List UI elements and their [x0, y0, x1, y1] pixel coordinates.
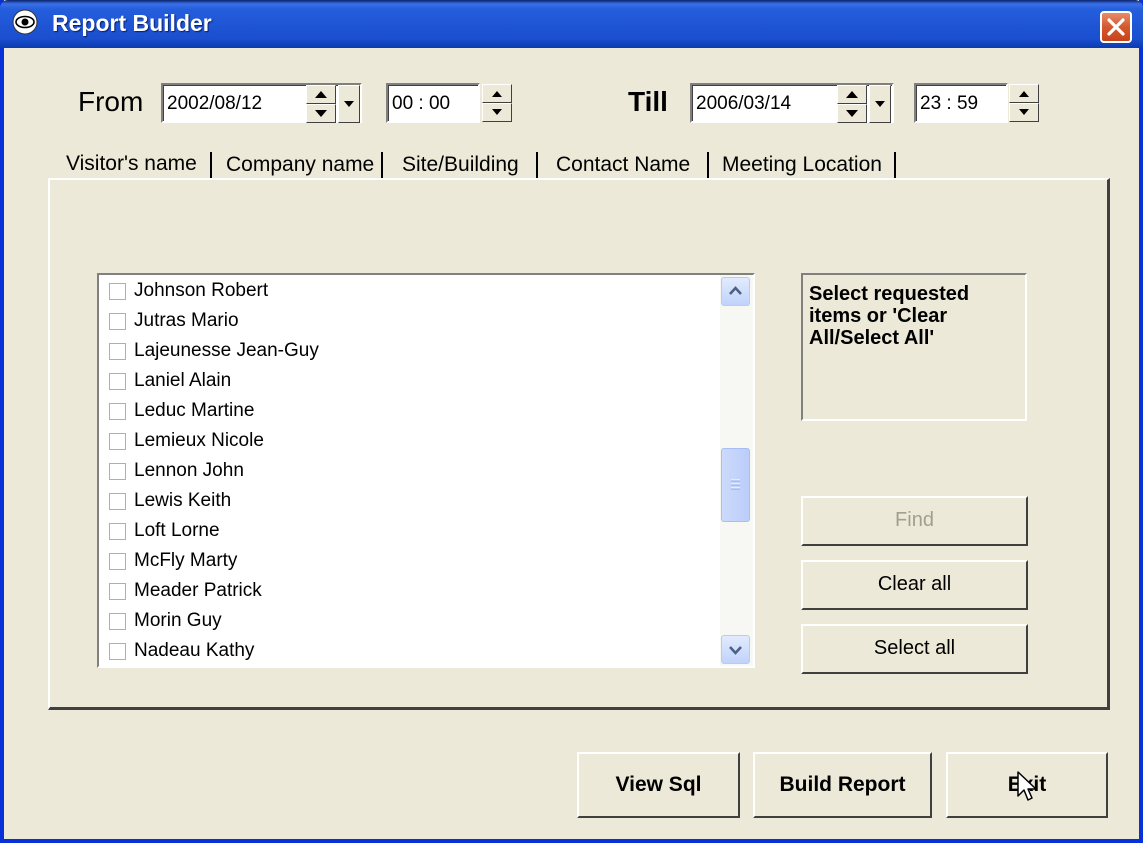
- tab-divider: [894, 152, 896, 178]
- checkbox[interactable]: [109, 523, 126, 540]
- report-builder-window: Report Builder From 2002/08/12 00 : 00 T…: [0, 0, 1143, 843]
- visitor-name: Nadeau Kathy: [134, 640, 255, 661]
- visitor-name: Meader Patrick: [134, 580, 262, 601]
- from-label: From: [78, 86, 144, 117]
- spin-up-button[interactable]: [482, 84, 512, 103]
- checkbox[interactable]: [109, 613, 126, 630]
- tab-divider: [210, 152, 212, 178]
- eye-icon: [12, 9, 38, 35]
- window-title: Report Builder: [52, 10, 212, 36]
- scroll-down-button[interactable]: [721, 635, 750, 664]
- select-all-button[interactable]: Select all: [801, 624, 1028, 674]
- spin-down-button[interactable]: [1009, 103, 1039, 122]
- checkbox[interactable]: [109, 373, 126, 390]
- spin-down-button[interactable]: [306, 104, 336, 123]
- find-button[interactable]: Find: [801, 496, 1028, 546]
- spin-down-button[interactable]: [837, 104, 867, 123]
- checkbox[interactable]: [109, 463, 126, 480]
- arrow-up-icon: [492, 91, 502, 97]
- visitor-checklist[interactable]: Johnson Robert Jutras Mario Lajeunesse Jea…: [97, 273, 755, 668]
- checkbox[interactable]: [109, 283, 126, 300]
- arrow-up-icon: [315, 91, 327, 98]
- visitor-name: Lewis Keith: [134, 490, 232, 511]
- arrow-up-icon: [1019, 91, 1029, 97]
- dropdown-arrow-icon: [875, 101, 885, 107]
- checkbox[interactable]: [109, 493, 126, 510]
- tab-divider: [707, 152, 709, 178]
- from-time-input[interactable]: 00 : 00: [386, 83, 480, 123]
- till-date-value: 2006/03/14: [696, 93, 792, 114]
- visitor-name: Laniel Alain: [134, 370, 232, 391]
- tab-divider: [381, 152, 383, 178]
- visitor-name: Lajeunesse Jean-Guy: [134, 340, 319, 361]
- from-date-spinner[interactable]: [306, 85, 336, 123]
- arrow-down-icon: [492, 109, 502, 115]
- close-icon: [1107, 18, 1125, 36]
- from-date-dropdown[interactable]: [338, 85, 360, 123]
- spin-up-button[interactable]: [306, 85, 336, 104]
- from-time-spinner[interactable]: [482, 84, 512, 122]
- chevron-up-icon: [729, 286, 742, 295]
- dropdown-arrow-icon: [344, 101, 354, 107]
- chevron-down-icon: [729, 646, 742, 655]
- from-date-value: 2002/08/12: [167, 93, 263, 114]
- visitor-name: Lennon John: [134, 460, 244, 481]
- spin-up-button[interactable]: [837, 85, 867, 104]
- checkbox[interactable]: [109, 583, 126, 600]
- view-sql-button[interactable]: View Sql: [577, 752, 740, 818]
- checkbox[interactable]: [109, 553, 126, 570]
- arrow-up-icon: [846, 91, 858, 98]
- spin-up-button[interactable]: [1009, 84, 1039, 103]
- till-time-input[interactable]: 23 : 59: [914, 83, 1008, 123]
- clear-all-button[interactable]: Clear all: [801, 560, 1028, 610]
- tab-divider: [536, 152, 538, 178]
- close-button[interactable]: [1100, 11, 1132, 43]
- build-report-button[interactable]: Build Report: [753, 752, 932, 818]
- till-date-spinner[interactable]: [837, 85, 867, 123]
- scroll-thumb[interactable]: [721, 448, 750, 522]
- till-time-spinner[interactable]: [1009, 84, 1039, 122]
- mouse-cursor-icon: [1017, 771, 1037, 801]
- from-date-picker[interactable]: 2002/08/12: [161, 83, 362, 123]
- grip-icon: [731, 479, 740, 490]
- arrow-down-icon: [315, 110, 327, 117]
- visitor-name: Lemieux Nicole: [134, 430, 264, 451]
- visitor-name: McFly Marty: [134, 550, 238, 571]
- till-time-value: 23 : 59: [920, 93, 979, 114]
- checkbox[interactable]: [109, 313, 126, 330]
- vertical-scrollbar[interactable]: [720, 275, 753, 666]
- checkbox[interactable]: [109, 343, 126, 360]
- visitor-name: Loft Lorne: [134, 520, 220, 541]
- checkbox[interactable]: [109, 643, 126, 660]
- visitor-name: Morin Guy: [134, 610, 222, 631]
- spin-down-button[interactable]: [482, 103, 512, 122]
- till-date-dropdown[interactable]: [869, 85, 891, 123]
- arrow-down-icon: [1019, 109, 1029, 115]
- till-date-picker[interactable]: 2006/03/14: [690, 83, 894, 123]
- scroll-up-button[interactable]: [721, 277, 750, 306]
- instructions-box: Select requested items or 'Clear All/Sel…: [801, 273, 1027, 421]
- from-time-value: 00 : 00: [392, 93, 451, 114]
- till-label: Till: [628, 86, 668, 117]
- visitor-name: Leduc Martine: [134, 400, 255, 421]
- checkbox[interactable]: [109, 403, 126, 420]
- title-bar[interactable]: Report Builder: [0, 0, 1143, 48]
- checkbox[interactable]: [109, 433, 126, 450]
- visitor-name: Jutras Mario: [134, 310, 239, 331]
- visitor-name: Johnson Robert: [134, 280, 269, 301]
- arrow-down-icon: [846, 110, 858, 117]
